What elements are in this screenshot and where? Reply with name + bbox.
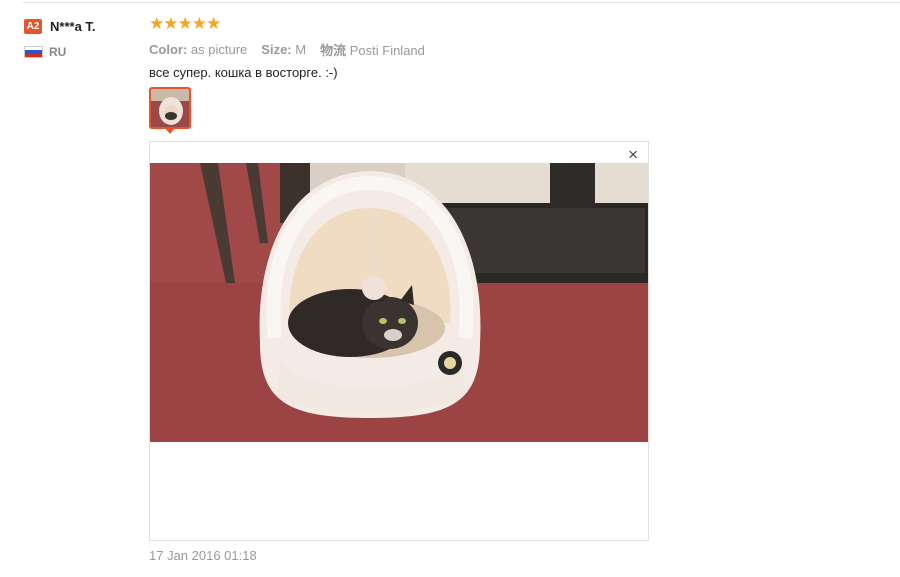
reviewer-info: A2 N***a T. RU <box>24 17 144 60</box>
reviewer-name: N***a T. <box>50 18 96 34</box>
reviewer-country: RU <box>24 44 144 60</box>
size-label: Size: <box>261 41 292 57</box>
russia-flag-icon <box>24 46 43 58</box>
size-info: Size: M <box>261 42 306 57</box>
review-text: все супер. кошка в восторге. :-) <box>149 65 338 80</box>
reviewer-row: A2 N***a T. <box>24 17 144 35</box>
shipping-info: 物流 Posti Finland <box>320 40 425 59</box>
review-body: ★ ★ ★ ★ ★ Color: as picture Size: M 物流 P… <box>149 15 889 563</box>
photo-thumbnail[interactable] <box>149 87 191 135</box>
reviewer-level-badge: A2 <box>24 18 42 34</box>
review-date: 17 Jan 2016 01:18 <box>149 548 257 563</box>
cat-in-dome-bed-photo <box>150 163 648 442</box>
star-icon: ★ <box>163 14 178 33</box>
star-icon: ★ <box>177 14 193 33</box>
close-icon[interactable]: × <box>628 145 638 165</box>
star-icon: ★ <box>149 14 164 33</box>
shipping-label: 物流 <box>320 42 347 58</box>
shipping-value: Posti Finland <box>349 42 425 58</box>
size-value: M <box>295 41 307 57</box>
country-code: RU <box>49 45 67 59</box>
star-icon: ★ <box>191 14 207 33</box>
color-value: as picture <box>190 41 248 57</box>
thumbnail-pointer <box>164 127 176 134</box>
color-label: Color: <box>149 41 188 57</box>
top-divider <box>22 2 900 3</box>
photo-viewer: × <box>149 141 649 541</box>
cat-bed-photo-thumbnail[interactable] <box>149 87 191 129</box>
star-rating: ★ ★ ★ ★ ★ <box>149 15 889 33</box>
color-info: Color: as picture <box>149 42 247 57</box>
order-info: Color: as picture Size: M 物流 Posti Finla… <box>149 37 889 61</box>
star-icon: ★ <box>206 14 221 33</box>
